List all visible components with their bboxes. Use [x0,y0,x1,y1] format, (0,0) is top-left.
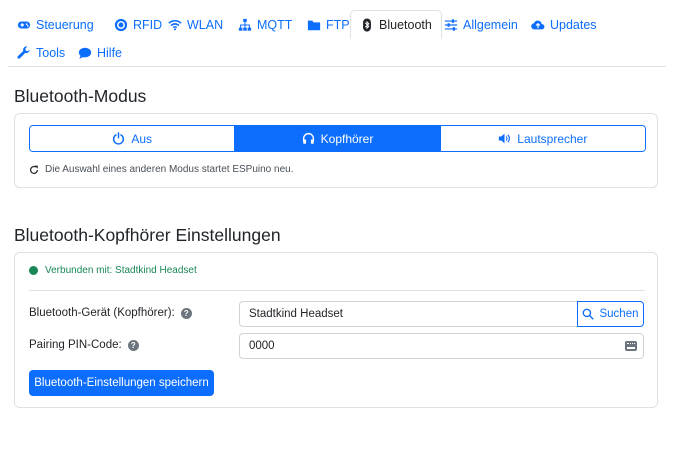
cloud-upload-icon [531,18,545,32]
speaker-icon [499,133,511,144]
dot-circle-icon [114,18,128,32]
tab-label: Hilfe [97,45,123,60]
pin-label-text: Pairing PIN-Code: [29,339,122,351]
tab-wlan[interactable]: WLAN [159,10,232,39]
tab-label: Updates [550,17,597,32]
folder-icon [307,18,321,32]
device-input[interactable]: Stadtkind Headset [239,301,578,327]
mode-button-group: Aus Kopfhörer Lautsprecher [29,125,646,152]
help-icon[interactable]: ? [127,339,139,351]
tab-label: MQTT [257,17,293,32]
gamepad-icon [17,18,31,32]
headphone-section-title: Bluetooth-Kopfhörer Einstellungen [14,225,281,245]
device-label-text: Bluetooth-Gerät (Kopfhörer): [29,307,175,319]
search-button-label: Suchen [599,308,639,320]
tab-mqtt[interactable]: MQTT [229,10,301,39]
help-icon[interactable]: ? [180,307,192,319]
pin-input[interactable]: 0000 [239,333,644,359]
tab-label: Bluetooth [379,17,432,32]
tab-label: WLAN [187,17,224,32]
device-input-value: Stadtkind Headset [249,308,343,320]
tab-label: FTP [326,17,350,32]
tab-steuerung[interactable]: Steuerung [8,10,103,39]
settings-nav: Steuerung RFID WLAN MQTT FTP Bluetooth A… [8,10,666,67]
connection-status-text: Verbunden mit: Stadtkind Headset [45,265,197,276]
status-dot-icon [29,266,38,275]
tab-tools[interactable]: Tools [8,38,74,67]
tab-label: Tools [36,45,66,60]
save-button[interactable]: Bluetooth-Einstellungen speichern [29,370,214,396]
refresh-icon [29,165,39,174]
mode-off-button[interactable]: Aus [30,126,236,151]
tab-bluetooth[interactable]: Bluetooth [350,10,442,39]
save-button-label: Bluetooth-Einstellungen speichern [34,377,209,389]
device-label: Bluetooth-Gerät (Kopfhörer): ? [29,307,192,319]
sitemap-icon [238,18,252,32]
keyboard-icon [625,341,637,351]
mode-section-title: Bluetooth-Modus [14,86,147,106]
mode-headphones-button[interactable]: Kopfhörer [235,126,441,151]
connection-status: Verbunden mit: Stadtkind Headset [29,265,197,276]
tab-hilfe[interactable]: Hilfe [69,38,131,67]
wifi-icon [168,18,182,32]
mode-headphones-label: Kopfhörer [320,131,374,146]
wrench-icon [17,45,31,60]
bluetooth-icon [360,17,374,32]
tab-allgemein[interactable]: Allgemein [435,10,527,39]
pin-input-value: 0000 [249,340,275,352]
mode-off-label: Aus [131,131,152,146]
tab-updates[interactable]: Updates [522,10,606,39]
pin-label: Pairing PIN-Code: ? [29,339,139,351]
tab-label: Steuerung [36,17,94,32]
power-icon [113,132,125,145]
search-icon [583,308,595,320]
mode-card: Aus Kopfhörer Lautsprecher Die Auswahl e… [14,113,658,188]
comment-icon [78,46,92,60]
restart-hint: Die Auswahl eines anderen Modus startet … [29,164,294,175]
restart-hint-text: Die Auswahl eines anderen Modus startet … [45,164,294,175]
search-button[interactable]: Suchen [577,301,644,327]
mode-speaker-label: Lautsprecher [517,131,588,146]
headphone-card: Verbunden mit: Stadtkind Headset Bluetoo… [14,252,658,408]
tab-label: Allgemein [463,17,518,32]
tab-label: RFID [133,17,163,32]
mode-speaker-button[interactable]: Lautsprecher [440,126,645,151]
sliders-icon [444,18,458,32]
headphones-icon [302,133,314,144]
divider [29,290,645,291]
